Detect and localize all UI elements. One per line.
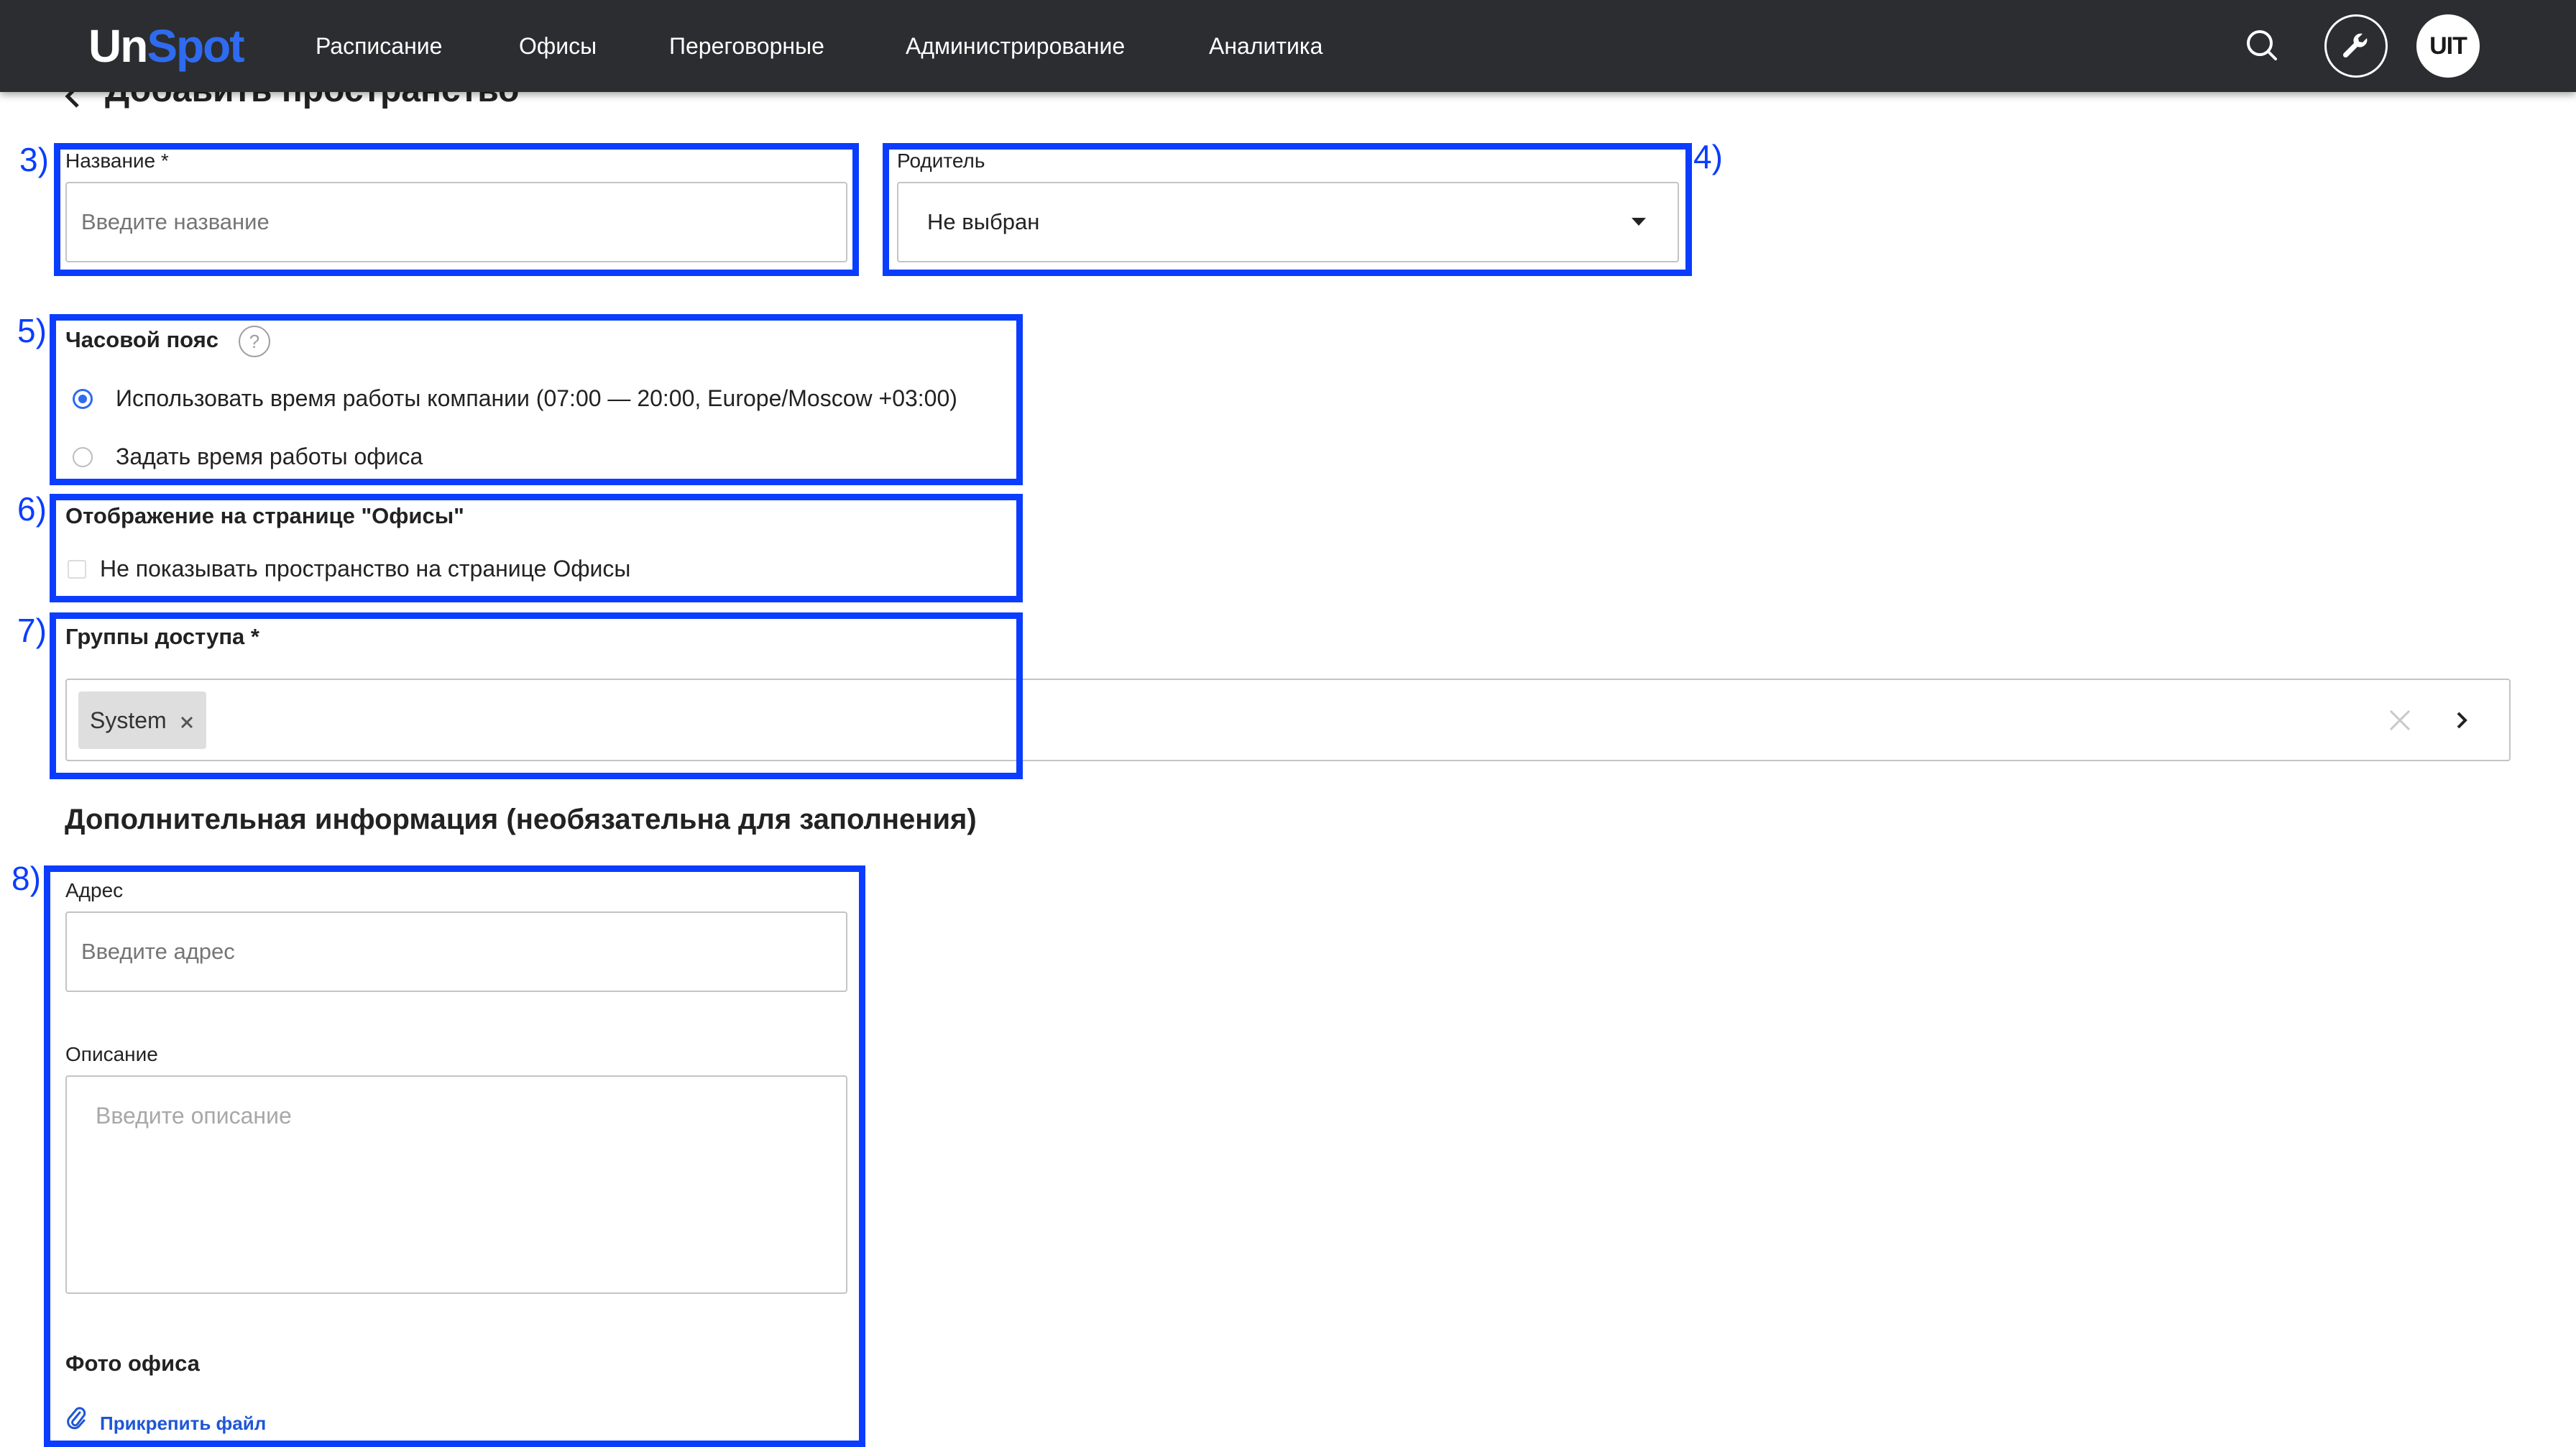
help-icon[interactable]: ? [239,326,270,357]
clear-all-icon[interactable] [2387,707,2413,733]
unspot-logo[interactable]: UnSpot [88,14,245,78]
description-placeholder: Введите описание [96,1103,292,1129]
address-field-label: Адрес [65,879,124,901]
hide-on-offices-checkbox[interactable] [68,560,86,579]
name-input[interactable] [65,182,847,262]
office-photo-label: Фото офиса [65,1351,200,1376]
address-input[interactable] [65,911,847,992]
annotation-label-3: 3) [19,141,49,178]
timezone-option-company-label[interactable]: Использовать время работы компании (07:0… [116,385,957,412]
admin-tools-button[interactable] [2324,14,2388,78]
hide-on-offices-label[interactable]: Не показывать пространство на странице О… [100,556,630,582]
description-field-label: Описание [65,1043,158,1065]
user-avatar[interactable]: UIT [2416,14,2480,78]
nav-item-administration[interactable]: Администрирование [906,0,1125,92]
paperclip-icon[interactable] [65,1405,87,1431]
access-groups-label: Группы доступа * [65,624,259,649]
nav-item-schedule[interactable]: Расписание [316,0,442,92]
attach-file-link[interactable]: Прикрепить файл [100,1412,266,1435]
timezone-option-custom-label[interactable]: Задать время работы офиса [116,444,423,470]
annotation-label-7: 7) [17,612,47,649]
logo-text-un: Un [88,20,148,72]
access-group-chip-label: System [90,707,167,733]
nav-item-offices[interactable]: Офисы [519,0,597,92]
chevron-right-icon[interactable] [2453,709,2470,732]
offices-display-label: Отображение на странице "Офисы" [65,503,464,528]
search-icon [2247,30,2277,60]
annotation-label-6: 6) [17,490,47,528]
timezone-label: Часовой пояс [65,327,219,352]
timezone-radio-custom[interactable] [73,447,93,467]
parent-field-label: Родитель [897,150,985,172]
description-textarea[interactable]: Введите описание [65,1075,847,1294]
top-navigation-bar: UnSpot Расписание Офисы Переговорные Адм… [0,0,2576,92]
nav-item-meeting-rooms[interactable]: Переговорные [669,0,824,92]
annotation-label-8: 8) [12,860,41,897]
wrench-icon [2342,33,2368,58]
nav-item-analytics[interactable]: Аналитика [1209,0,1322,92]
search-button[interactable] [2231,14,2294,78]
additional-info-title: Дополнительная информация (необязательна… [65,804,977,835]
logo-text-spot: Spot [147,20,244,72]
chevron-down-icon [1632,218,1646,226]
timezone-radio-company[interactable] [73,389,93,409]
parent-select-value: Не выбран [927,209,1040,234]
annotation-label-5: 5) [17,312,47,349]
name-field-label: Название * [65,150,169,172]
parent-select[interactable]: Не выбран [897,182,1679,262]
access-group-chip: System [78,692,206,749]
annotation-label-4: 4) [1693,138,1723,175]
close-icon[interactable] [179,715,195,730]
access-groups-select[interactable]: System [65,679,2511,761]
